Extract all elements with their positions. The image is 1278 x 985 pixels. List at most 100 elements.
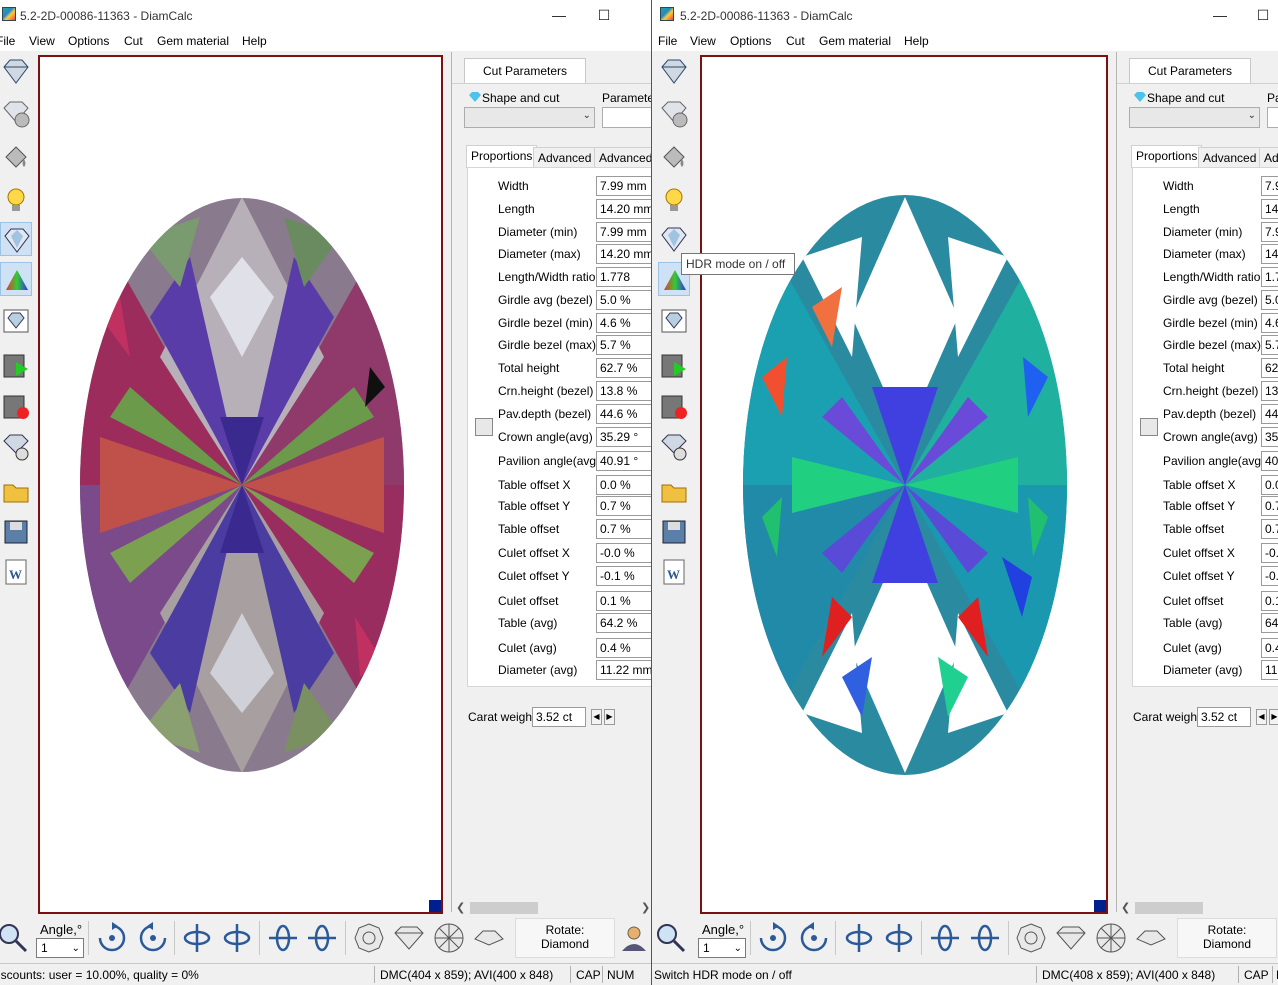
proportion-value-field[interactable]: -0.1: [1261, 566, 1278, 586]
carat-decrease-button[interactable]: ◀: [591, 709, 602, 725]
proportion-value-field[interactable]: 0.4 %: [596, 638, 651, 658]
proportion-value-field[interactable]: 7.99 mm: [596, 222, 651, 242]
carat-increase-button[interactable]: ▶: [1269, 709, 1278, 725]
light-bulb-icon[interactable]: [658, 183, 690, 217]
diamond-view-icon[interactable]: [0, 54, 32, 88]
proportion-value-field[interactable]: 5.7: [1261, 335, 1278, 355]
proportion-value-field[interactable]: 0.0 %: [596, 475, 651, 495]
tab-cut-parameters[interactable]: Cut Parameters: [1129, 58, 1251, 84]
menu-options[interactable]: Options: [68, 34, 109, 48]
proportion-value-field[interactable]: 0.7: [1261, 496, 1278, 516]
perspective-view-icon[interactable]: [1134, 921, 1168, 955]
maximize-button[interactable]: ☐: [581, 4, 627, 26]
carat-weight-field[interactable]: 3.52 ct: [532, 707, 586, 727]
rotate-mode-box[interactable]: Rotate: Diamond: [1177, 918, 1277, 958]
parameters-input[interactable]: [602, 107, 651, 128]
title-bar[interactable]: 5.2-2D-00086-11363 - DiamCalc — ☐: [0, 0, 651, 31]
menu-cut[interactable]: Cut: [786, 34, 805, 48]
tab-proportions[interactable]: Proportions: [466, 145, 538, 168]
menu-file[interactable]: File: [658, 34, 677, 48]
proportion-value-field[interactable]: 14.: [1261, 244, 1278, 264]
proportion-value-field[interactable]: 11.22 mm: [596, 660, 651, 680]
proportion-value-field[interactable]: 4.6 %: [596, 313, 651, 333]
proportion-value-field[interactable]: 0.7 %: [596, 496, 651, 516]
gem-wheel-icon[interactable]: [0, 430, 32, 464]
menu-view[interactable]: View: [690, 34, 716, 48]
open-folder-icon[interactable]: [658, 474, 690, 508]
rotate-mode-box[interactable]: Rotate: Diamond: [515, 918, 615, 958]
proportion-value-field[interactable]: 5.0 %: [596, 290, 651, 310]
gem-wheel-icon[interactable]: [658, 430, 690, 464]
proportion-value-field[interactable]: 35.29 °: [596, 427, 651, 447]
proportion-value-field[interactable]: 14.: [1261, 199, 1278, 219]
proportion-value-field[interactable]: 14.20 mm: [596, 199, 651, 219]
scroll-left-icon[interactable]: ❮: [1121, 901, 1130, 914]
save-disk-icon[interactable]: [658, 515, 690, 549]
word-export-icon[interactable]: W: [0, 555, 32, 589]
proportion-value-field[interactable]: 0.4: [1261, 638, 1278, 658]
flip-vertical-left-icon[interactable]: [180, 921, 214, 955]
proportion-value-field[interactable]: 0.1 %: [596, 591, 651, 611]
menu-options[interactable]: Options: [730, 34, 771, 48]
user-icon[interactable]: [620, 921, 651, 955]
tab-advanced-2[interactable]: Adv: [1259, 147, 1278, 168]
video-play-icon[interactable]: [0, 349, 32, 383]
side-view-icon[interactable]: [392, 921, 426, 955]
menu-gem-material[interactable]: Gem material: [819, 34, 891, 48]
proportion-value-field[interactable]: 0.1: [1261, 591, 1278, 611]
proportion-value-field[interactable]: 1.778: [596, 267, 651, 287]
proportion-value-field[interactable]: 62.: [1261, 358, 1278, 378]
proportion-value-field[interactable]: 7.9: [1261, 176, 1278, 196]
proportion-value-field[interactable]: 64.2 %: [596, 613, 651, 633]
spectrum-icon[interactable]: [0, 262, 32, 296]
minimize-button[interactable]: —: [536, 4, 582, 26]
proportion-value-field[interactable]: 40.91 °: [596, 451, 651, 471]
proportion-value-field[interactable]: 40.: [1261, 451, 1278, 471]
zoom-magnifier-icon[interactable]: [0, 921, 30, 955]
proportion-value-field[interactable]: 11.: [1261, 660, 1278, 680]
proportion-value-field[interactable]: 14.20 mm: [596, 244, 651, 264]
gem-sphere-icon[interactable]: [658, 97, 690, 131]
proportion-value-field[interactable]: 13.: [1261, 381, 1278, 401]
angle-select[interactable]: 1 ⌄: [698, 938, 746, 958]
angle-select[interactable]: 1 ⌄: [36, 938, 84, 958]
menu-help[interactable]: Help: [904, 34, 929, 48]
parameters-input[interactable]: [1267, 107, 1278, 128]
proportion-value-field[interactable]: 44.6 %: [596, 404, 651, 424]
menu-view[interactable]: View: [29, 34, 55, 48]
flip-vertical-right-icon[interactable]: [220, 921, 254, 955]
proportion-value-field[interactable]: 5.0: [1261, 290, 1278, 310]
top-view-icon[interactable]: [352, 921, 386, 955]
proportion-value-field[interactable]: -0.0 %: [596, 543, 651, 563]
paint-bucket-icon[interactable]: [658, 140, 690, 174]
proportion-value-field[interactable]: 7.99 mm: [596, 176, 651, 196]
rotate-ccw-icon[interactable]: [797, 921, 831, 955]
flip-horizontal-up-icon[interactable]: [928, 921, 962, 955]
proportion-value-field[interactable]: 4.6: [1261, 313, 1278, 333]
perspective-view-icon[interactable]: [472, 921, 506, 955]
side-view-icon[interactable]: [1054, 921, 1088, 955]
gem-image-icon[interactable]: [658, 304, 690, 338]
flip-horizontal-down-icon[interactable]: [968, 921, 1002, 955]
proportion-value-field[interactable]: 0.7: [1261, 519, 1278, 539]
flip-vertical-right-icon[interactable]: [882, 921, 916, 955]
light-bulb-icon[interactable]: [0, 183, 32, 217]
save-disk-icon[interactable]: [0, 515, 32, 549]
flip-horizontal-down-icon[interactable]: [305, 921, 339, 955]
top-view-icon[interactable]: [1014, 921, 1048, 955]
minimize-button[interactable]: —: [1197, 4, 1243, 26]
video-play-icon[interactable]: [658, 349, 690, 383]
hdr-mode-icon[interactable]: [658, 222, 690, 256]
zoom-magnifier-icon[interactable]: [654, 921, 688, 955]
menu-cut[interactable]: Cut: [124, 34, 143, 48]
rotate-cw-icon[interactable]: [95, 921, 129, 955]
proportion-value-field[interactable]: 0.0: [1261, 475, 1278, 495]
carat-increase-button[interactable]: ▶: [604, 709, 615, 725]
word-export-icon[interactable]: W: [658, 555, 690, 589]
proportion-value-field[interactable]: 62.7 %: [596, 358, 651, 378]
gem-image-icon[interactable]: [0, 304, 32, 338]
resize-corner[interactable]: [429, 900, 441, 912]
maximize-button[interactable]: ☐: [1240, 4, 1278, 26]
proportion-value-field[interactable]: -0.1 %: [596, 566, 651, 586]
proportion-value-field[interactable]: 35.: [1261, 427, 1278, 447]
